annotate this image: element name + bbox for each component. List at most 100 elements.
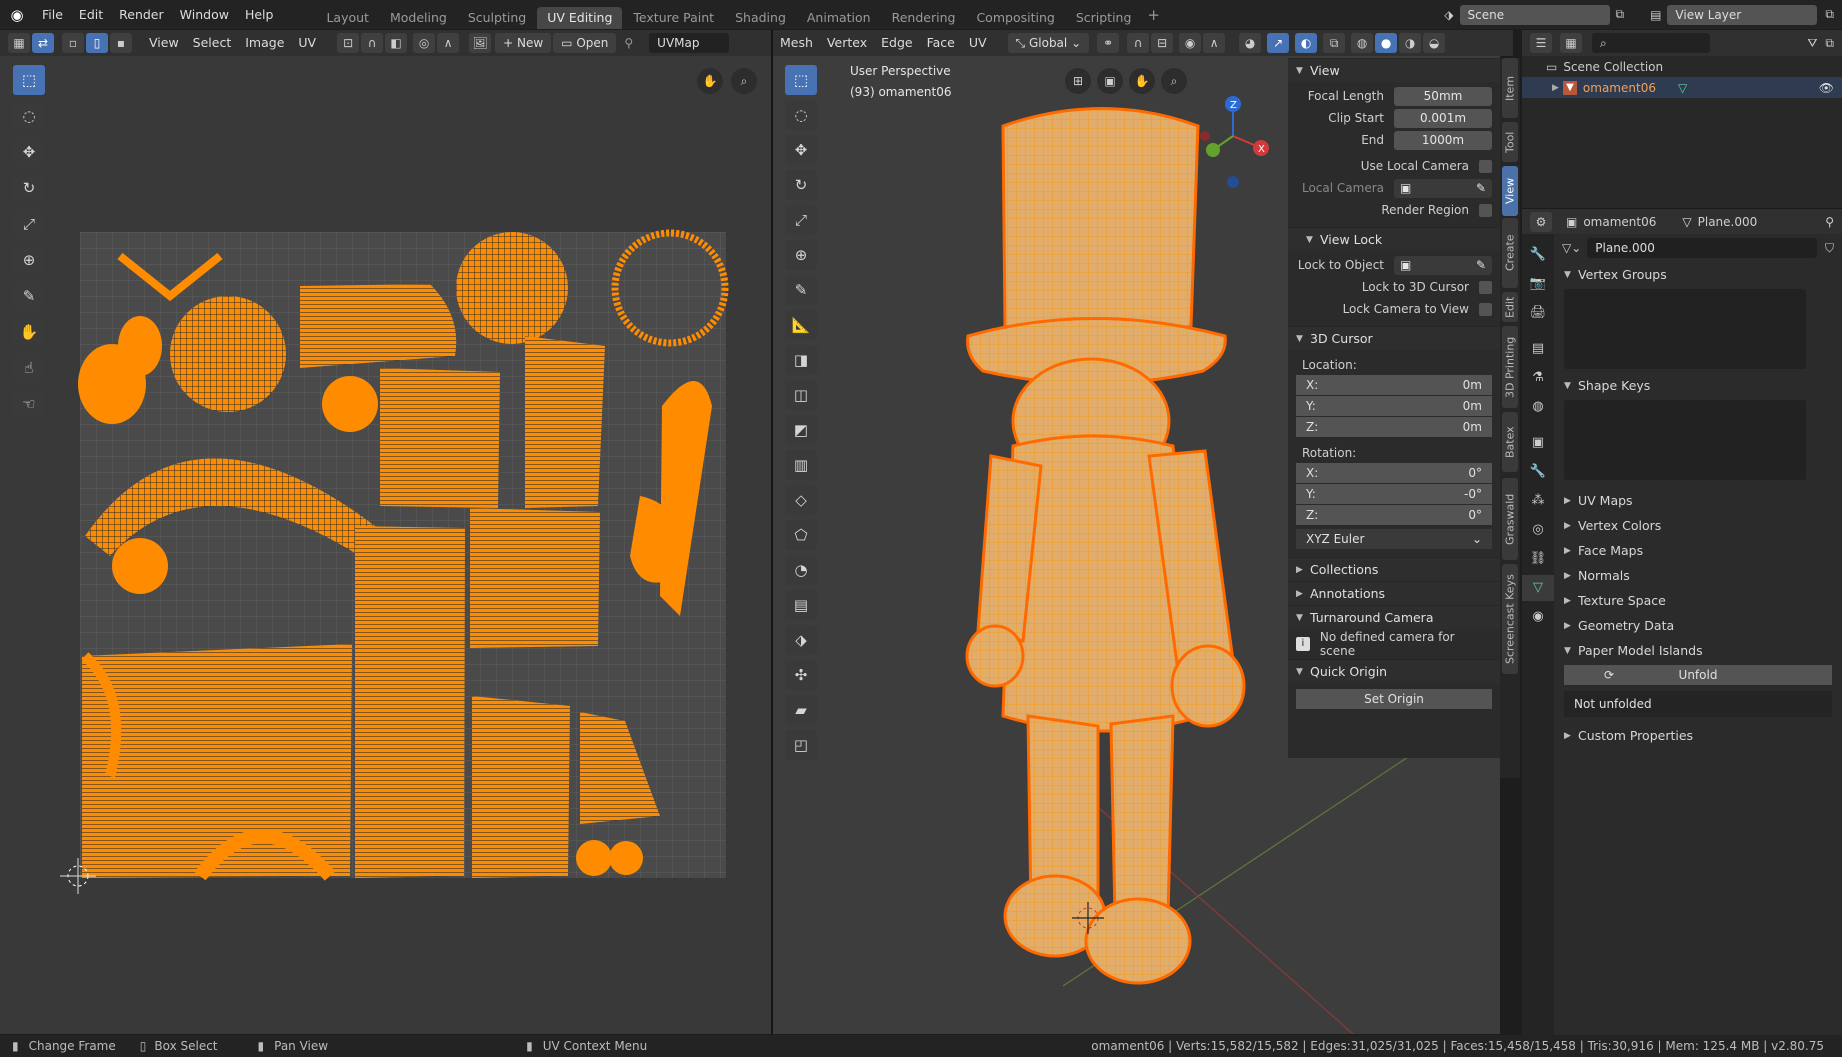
uvmap-selector[interactable]: UVMap bbox=[649, 33, 730, 53]
new-scene-icon[interactable]: ⧉ bbox=[1616, 7, 1625, 22]
new-collection-icon[interactable]: ⧉ bbox=[1825, 36, 1834, 51]
view-layer-icon[interactable]: ▤ bbox=[1650, 8, 1661, 22]
solid-shading-icon[interactable]: ● bbox=[1375, 33, 1398, 53]
falloff-curve-icon[interactable]: ∧ bbox=[1203, 33, 1226, 53]
annotate-icon[interactable]: ✎ bbox=[785, 275, 817, 305]
open-image-button[interactable]: ▭ Open bbox=[553, 33, 617, 53]
face-select-icon[interactable]: ▪ bbox=[110, 33, 132, 53]
transform-icon[interactable]: ⊕ bbox=[13, 245, 45, 275]
proportional-icon[interactable]: ◎ bbox=[413, 33, 436, 53]
lock-cursor-checkbox[interactable] bbox=[1479, 280, 1492, 294]
tab-sculpting[interactable]: Sculpting bbox=[458, 7, 536, 29]
outliner-object-label[interactable]: omament06 bbox=[1583, 81, 1656, 95]
sidebar-tab-edit[interactable]: Edit bbox=[1502, 292, 1518, 322]
scene-selector[interactable]: Scene bbox=[1459, 4, 1610, 25]
scene-tab-icon[interactable]: ⚗ bbox=[1522, 365, 1554, 391]
menu-window[interactable]: Window bbox=[172, 0, 237, 29]
shrink-fatten-icon[interactable]: ✣ bbox=[785, 660, 817, 690]
physics-tab-icon[interactable]: ◎ bbox=[1522, 517, 1554, 543]
tool-tab-icon[interactable]: 🔧 bbox=[1522, 242, 1554, 268]
uv-island[interactable] bbox=[576, 840, 612, 876]
inset-icon[interactable]: ◫ bbox=[785, 380, 817, 410]
sidebar-tab-item[interactable]: Item bbox=[1502, 58, 1518, 118]
hand-pan-icon[interactable]: ✋ bbox=[697, 68, 723, 94]
uv-menu-uv[interactable]: UV bbox=[291, 30, 323, 56]
pivot-icon[interactable]: ⊡ bbox=[337, 33, 360, 53]
xray-icon[interactable]: ⧉ bbox=[1323, 33, 1346, 53]
props-section-uv-maps[interactable]: ▶ UV Maps bbox=[1554, 488, 1842, 513]
pin-icon[interactable]: ⚲ bbox=[624, 36, 633, 50]
mesh-hat[interactable] bbox=[1001, 107, 1200, 343]
smooth-icon[interactable]: ▤ bbox=[785, 590, 817, 620]
edge-select-icon[interactable]: ▯ bbox=[86, 33, 108, 53]
rip-icon[interactable]: ◰ bbox=[785, 730, 817, 760]
new-view-layer-icon[interactable]: ⧉ bbox=[1825, 7, 1834, 22]
rotate-icon[interactable]: ↻ bbox=[13, 173, 45, 203]
vertex-groups-list[interactable] bbox=[1564, 289, 1806, 369]
vertex-select-icon[interactable]: ▫ bbox=[62, 33, 84, 53]
set-origin-button[interactable]: Set Origin bbox=[1296, 689, 1492, 709]
rotation-mode-selector[interactable]: XYZ Euler ⌄ bbox=[1296, 529, 1492, 549]
clip-start-field[interactable]: 0.001m bbox=[1394, 108, 1492, 128]
move-icon[interactable]: ✥ bbox=[785, 135, 817, 165]
rot-y-field[interactable]: Y: -0° bbox=[1296, 484, 1492, 504]
props-section-normals[interactable]: ▶ Normals bbox=[1554, 563, 1842, 588]
move-icon[interactable]: ✥ bbox=[13, 137, 45, 167]
select-box-icon[interactable]: ⬚ bbox=[13, 65, 45, 95]
poly-build-icon[interactable]: ⬠ bbox=[785, 520, 817, 550]
sidebar-tab-3d-printing[interactable]: 3D Printing bbox=[1502, 326, 1518, 408]
sidebar-tab-screencast-keys[interactable]: Screencast Keys bbox=[1502, 564, 1518, 674]
menu-render[interactable]: Render bbox=[111, 0, 172, 29]
output-tab-icon[interactable]: 🖨 bbox=[1522, 300, 1554, 326]
uv-island[interactable] bbox=[118, 316, 162, 376]
edge-slide-icon[interactable]: ⬗ bbox=[785, 625, 817, 655]
material-shading-icon[interactable]: ◑ bbox=[1399, 33, 1422, 53]
uv-island[interactable] bbox=[380, 368, 500, 508]
visibility-eye-icon[interactable]: 👁 bbox=[1819, 81, 1834, 95]
mesh-hand-left[interactable] bbox=[965, 624, 1025, 688]
tab-animation[interactable]: Animation bbox=[797, 7, 881, 29]
mesh-leg-right[interactable] bbox=[1109, 714, 1175, 918]
constraints-tab-icon[interactable]: ⛓ bbox=[1522, 546, 1554, 572]
loc-x-field[interactable]: X: 0m bbox=[1296, 375, 1492, 395]
uv-island[interactable] bbox=[82, 644, 352, 878]
unfold-button[interactable]: ⟳ Unfold bbox=[1564, 665, 1832, 685]
tab-texture-paint[interactable]: Texture Paint bbox=[623, 7, 724, 29]
uv-menu-select[interactable]: Select bbox=[186, 30, 239, 56]
overlay-icon[interactable]: ◐ bbox=[1295, 33, 1318, 53]
turnaround-header[interactable]: ▼ Turnaround Camera bbox=[1288, 605, 1500, 629]
transform-icon[interactable]: ⊕ bbox=[785, 240, 817, 270]
annotate-icon[interactable]: ✎ bbox=[13, 281, 45, 311]
tab-shading[interactable]: Shading bbox=[725, 7, 796, 29]
sidebar-tab-view[interactable]: View bbox=[1502, 166, 1518, 216]
wireframe-shading-icon[interactable]: ◍ bbox=[1351, 33, 1374, 53]
viewport-menu-vertex[interactable]: Vertex bbox=[820, 30, 874, 56]
snap-icon[interactable]: ∩ bbox=[361, 33, 384, 53]
sync-selection-icon[interactable]: ⇄ bbox=[32, 33, 54, 53]
falloff-icon[interactable]: ∧ bbox=[437, 33, 460, 53]
image-browse-icon[interactable]: 🖼 bbox=[469, 33, 492, 53]
uv-island[interactable] bbox=[322, 376, 378, 432]
mesh-data-browse-icon[interactable]: ▽⌄ bbox=[1562, 241, 1581, 255]
editor-type-icon[interactable]: ▦ bbox=[8, 33, 30, 53]
island-select-icon[interactable]: ◧ bbox=[385, 33, 408, 53]
outliner-search[interactable]: ⌕ bbox=[1592, 33, 1710, 53]
uv-menu-image[interactable]: Image bbox=[238, 30, 291, 56]
view-layer-selector[interactable]: View Layer bbox=[1667, 4, 1818, 25]
pan-view-icon[interactable]: ✋ bbox=[1129, 68, 1155, 94]
tab-modeling[interactable]: Modeling bbox=[380, 7, 457, 29]
rotate-icon[interactable]: ↻ bbox=[785, 170, 817, 200]
shape-keys-list[interactable] bbox=[1564, 400, 1806, 480]
sidebar-tab-create[interactable]: Create bbox=[1502, 218, 1518, 288]
visibility-icon[interactable]: ◕ bbox=[1239, 33, 1262, 53]
tab-layout[interactable]: Layout bbox=[316, 7, 379, 29]
shear-icon[interactable]: ▰ bbox=[785, 695, 817, 725]
3d-cursor-header[interactable]: ▼ 3D Cursor bbox=[1288, 326, 1500, 350]
object-breadcrumb[interactable]: omament06 bbox=[1583, 215, 1656, 229]
uv-island[interactable] bbox=[525, 336, 605, 508]
viewport-menu-edge[interactable]: Edge bbox=[874, 30, 919, 56]
sidebar-tab-batex[interactable]: Batex bbox=[1502, 412, 1518, 472]
material-tab-icon[interactable]: ◉ bbox=[1522, 604, 1554, 630]
paper-model-header[interactable]: ▼ Paper Model Islands bbox=[1554, 638, 1842, 663]
scene-icon[interactable]: ⬗ bbox=[1444, 8, 1453, 22]
